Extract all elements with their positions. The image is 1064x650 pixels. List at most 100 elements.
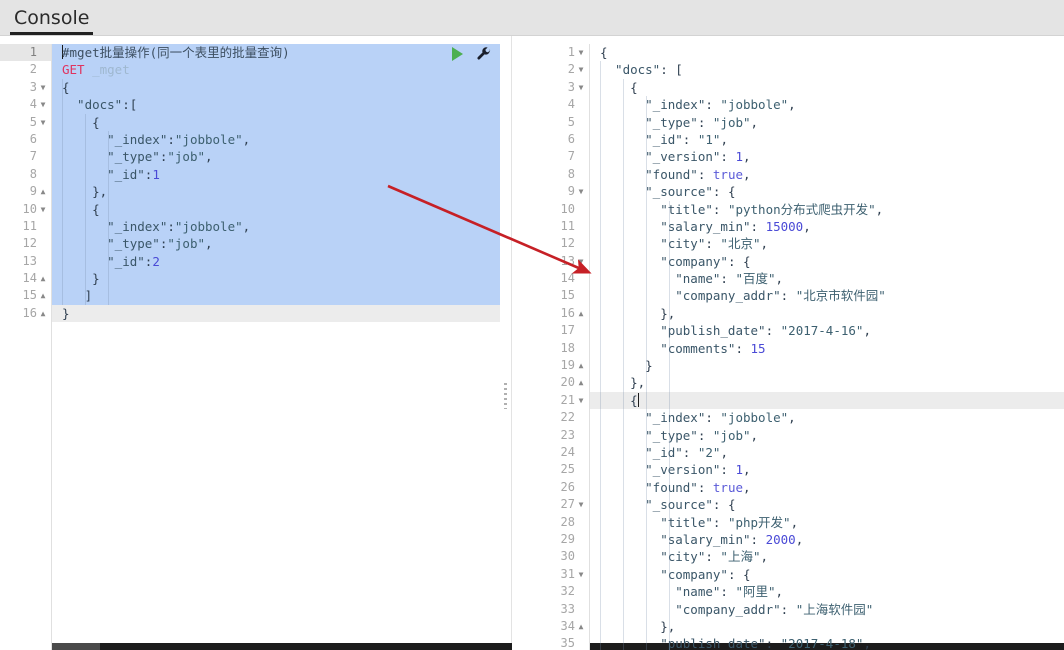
response-code-line[interactable]: },: [590, 618, 1064, 635]
request-line-number[interactable]: 1: [0, 44, 51, 62]
request-line-number[interactable]: 3: [0, 79, 51, 96]
response-editor[interactable]: 1234567891011121314151617181920212223242…: [512, 44, 1064, 650]
request-line-number[interactable]: 15: [0, 287, 51, 304]
request-line-number[interactable]: 12: [0, 235, 51, 252]
response-line-number[interactable]: 30: [512, 548, 589, 565]
response-code-area[interactable]: { "docs": [ { "_index": "jobbole", "_typ…: [590, 44, 1064, 650]
response-code-line[interactable]: "company_addr": "上海软件园": [590, 601, 1064, 618]
response-pane[interactable]: 1234567891011121314151617181920212223242…: [512, 36, 1064, 650]
fold-down-icon[interactable]: [576, 183, 586, 200]
response-code-line[interactable]: "_type": "job",: [590, 114, 1064, 131]
response-line-number[interactable]: 28: [512, 514, 589, 531]
response-line-number[interactable]: 35: [512, 635, 589, 650]
response-line-number[interactable]: 20: [512, 374, 589, 391]
response-line-number[interactable]: 6: [512, 131, 589, 148]
request-code-line[interactable]: "docs":[: [52, 96, 500, 113]
response-code-line[interactable]: "name": "阿里",: [590, 583, 1064, 600]
request-code-line[interactable]: "_index":"jobbole",: [52, 131, 500, 148]
response-code-line[interactable]: }: [590, 357, 1064, 374]
response-line-number[interactable]: 14: [512, 270, 589, 287]
response-line-number[interactable]: 27: [512, 496, 589, 513]
wrench-icon[interactable]: [475, 45, 492, 62]
request-code-line[interactable]: {: [52, 201, 500, 218]
response-line-number[interactable]: 18: [512, 340, 589, 357]
splitter-grip-icon[interactable]: [504, 383, 507, 409]
response-code-line[interactable]: "city": "上海",: [590, 548, 1064, 565]
response-code-line[interactable]: "title": "python分布式爬虫开发",: [590, 201, 1064, 218]
response-line-number[interactable]: 1: [512, 44, 589, 61]
fold-up-icon[interactable]: [576, 618, 586, 635]
response-code-line[interactable]: "docs": [: [590, 61, 1064, 78]
fold-down-icon[interactable]: [576, 253, 586, 270]
request-code-line[interactable]: {: [52, 79, 500, 96]
request-code-line[interactable]: "_type":"job",: [52, 148, 500, 165]
response-gutter[interactable]: 1234567891011121314151617181920212223242…: [512, 44, 590, 650]
response-line-number[interactable]: 26: [512, 479, 589, 496]
fold-down-icon[interactable]: [576, 44, 586, 61]
response-line-number[interactable]: 21: [512, 392, 589, 409]
request-line-number[interactable]: 2: [0, 61, 51, 78]
fold-up-icon[interactable]: [576, 357, 586, 374]
response-code-line[interactable]: "company": {: [590, 566, 1064, 583]
request-code-line[interactable]: "_id":1: [52, 166, 500, 183]
fold-down-icon[interactable]: [576, 496, 586, 513]
fold-up-icon[interactable]: [576, 305, 586, 322]
response-code-line[interactable]: "name": "百度",: [590, 270, 1064, 287]
fold-down-icon[interactable]: [576, 79, 586, 96]
request-pane[interactable]: 12345678910111213141516 #mget批量操作(同一个表里的…: [0, 36, 500, 650]
response-code-line[interactable]: {: [590, 79, 1064, 96]
fold-down-icon[interactable]: [38, 114, 48, 131]
response-line-number[interactable]: 12: [512, 235, 589, 252]
response-line-number[interactable]: 19: [512, 357, 589, 374]
request-line-number[interactable]: 9: [0, 183, 51, 200]
response-code-line[interactable]: "_index": "jobbole",: [590, 409, 1064, 426]
fold-down-icon[interactable]: [576, 392, 586, 409]
request-line-number[interactable]: 8: [0, 166, 51, 183]
response-code-line[interactable]: {: [590, 44, 1064, 61]
response-line-number[interactable]: 33: [512, 601, 589, 618]
request-code-line[interactable]: }: [52, 304, 500, 323]
fold-up-icon[interactable]: [38, 270, 48, 287]
response-line-number[interactable]: 13: [512, 253, 589, 270]
request-code-area[interactable]: #mget批量操作(同一个表里的批量查询) GET _mget{ "docs":[…: [52, 44, 500, 650]
request-line-number[interactable]: 6: [0, 131, 51, 148]
response-line-number[interactable]: 10: [512, 201, 589, 218]
response-line-number[interactable]: 24: [512, 444, 589, 461]
response-line-number[interactable]: 15: [512, 287, 589, 304]
response-code-line[interactable]: "_type": "job",: [590, 427, 1064, 444]
fold-down-icon[interactable]: [38, 201, 48, 218]
response-line-number[interactable]: 25: [512, 461, 589, 478]
response-line-number[interactable]: 8: [512, 166, 589, 183]
response-line-number[interactable]: 32: [512, 583, 589, 600]
response-line-number[interactable]: 22: [512, 409, 589, 426]
response-code-line[interactable]: "_source": {: [590, 183, 1064, 200]
response-code-line[interactable]: "_source": {: [590, 496, 1064, 513]
response-code-line[interactable]: "_id": "2",: [590, 444, 1064, 461]
response-code-line[interactable]: "city": "北京",: [590, 235, 1064, 252]
response-line-number[interactable]: 4: [512, 96, 589, 113]
request-line-number[interactable]: 14: [0, 270, 51, 287]
request-code-line[interactable]: "_index":"jobbole",: [52, 218, 500, 235]
request-editor[interactable]: 12345678910111213141516 #mget批量操作(同一个表里的…: [0, 44, 500, 650]
response-line-number[interactable]: 9: [512, 183, 589, 200]
response-line-number[interactable]: 11: [512, 218, 589, 235]
response-code-line[interactable]: "_version": 1,: [590, 148, 1064, 165]
request-line-number[interactable]: 13: [0, 253, 51, 270]
fold-up-icon[interactable]: [576, 374, 586, 391]
response-line-number[interactable]: 16: [512, 305, 589, 322]
response-code-line[interactable]: },: [590, 374, 1064, 391]
response-code-line[interactable]: "_id": "1",: [590, 131, 1064, 148]
response-code-line[interactable]: "salary_min": 2000,: [590, 531, 1064, 548]
request-line-number[interactable]: 10: [0, 201, 51, 218]
response-code-line[interactable]: },: [590, 305, 1064, 322]
response-line-number[interactable]: 31: [512, 566, 589, 583]
response-code-line[interactable]: "found": true,: [590, 479, 1064, 496]
response-code-line[interactable]: {: [590, 391, 1064, 410]
request-line-number[interactable]: 16: [0, 305, 51, 322]
request-code-line[interactable]: }: [52, 270, 500, 287]
play-icon[interactable]: [452, 46, 463, 61]
fold-up-icon[interactable]: [38, 287, 48, 304]
request-line-number[interactable]: 5: [0, 114, 51, 131]
response-code-line[interactable]: "company": {: [590, 253, 1064, 270]
response-line-number[interactable]: 7: [512, 148, 589, 165]
